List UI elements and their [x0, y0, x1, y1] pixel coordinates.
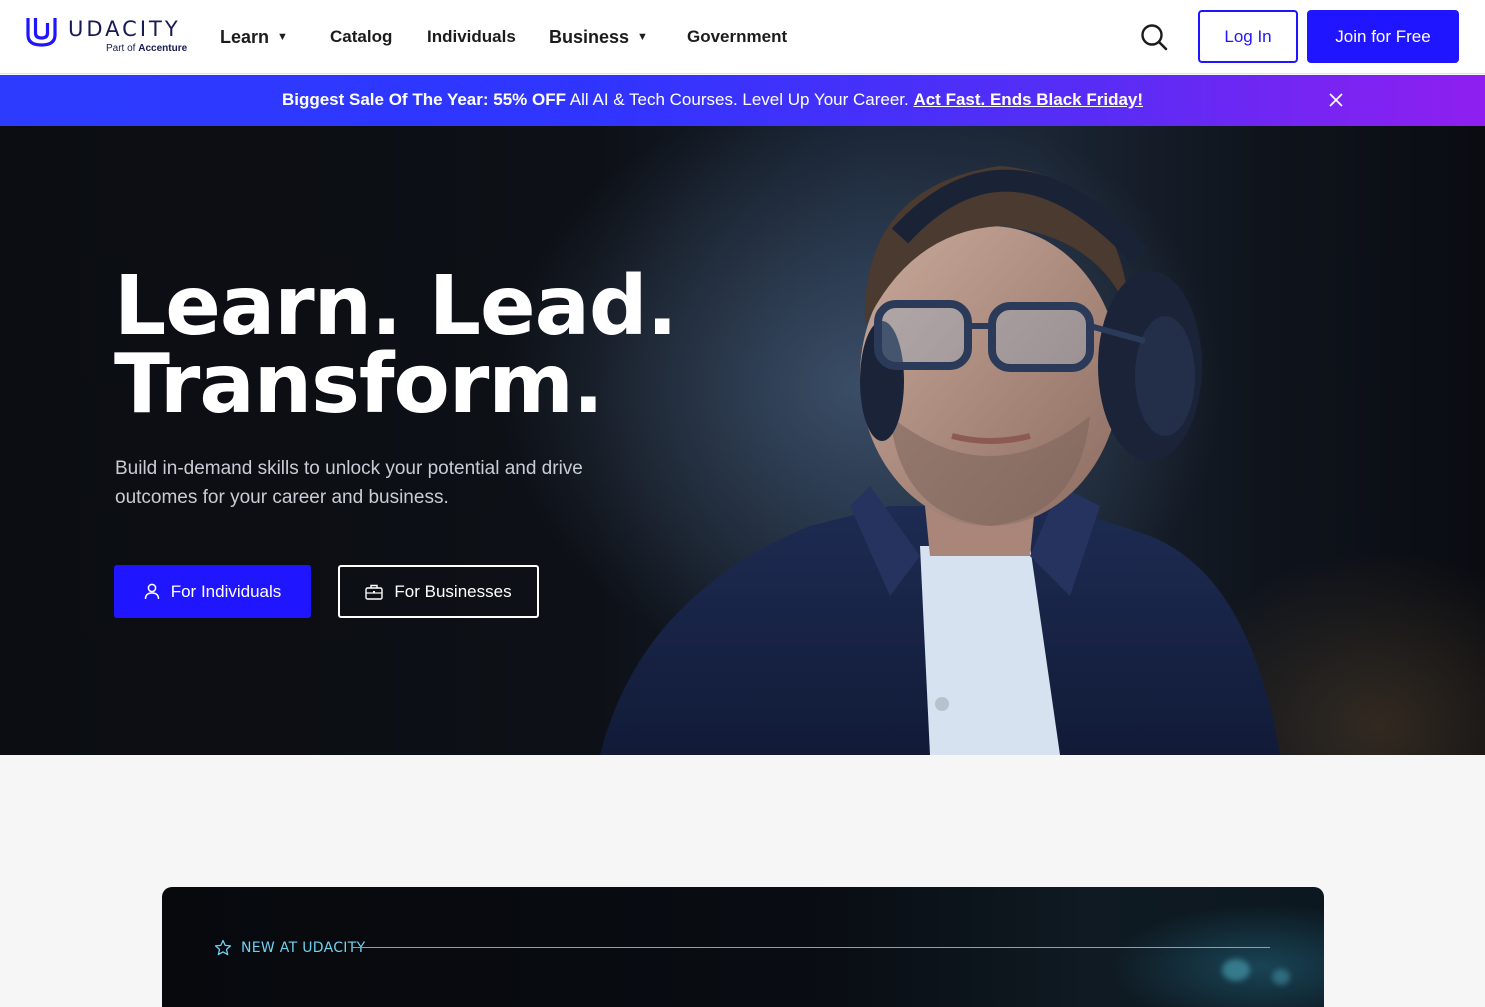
promo-link[interactable]: Act Fast. Ends Black Friday!: [913, 90, 1143, 109]
new-at-udacity-card: NEW AT UDACITY: [162, 887, 1324, 1007]
for-businesses-button[interactable]: For Businesses: [338, 565, 539, 618]
star-icon: [214, 939, 232, 956]
nav-individuals[interactable]: Individuals: [427, 24, 516, 50]
close-icon[interactable]: [1326, 90, 1346, 110]
logo-wordmark: UDACITY: [68, 17, 181, 41]
caret-down-icon: ▼: [277, 31, 288, 43]
divider-line: [352, 947, 1270, 948]
caret-down-icon: ▼: [637, 31, 648, 43]
logo-sub-prefix: Part of: [106, 43, 136, 54]
hero-title-line2: Transform.: [114, 337, 604, 432]
for-businesses-label: For Businesses: [394, 581, 512, 601]
new-at-udacity-label: NEW AT UDACITY: [214, 939, 365, 957]
nav-catalog[interactable]: Catalog: [330, 24, 392, 50]
nav-government[interactable]: Government: [687, 24, 787, 50]
for-individuals-button[interactable]: For Individuals: [114, 565, 311, 618]
join-free-button[interactable]: Join for Free: [1307, 10, 1459, 63]
nav-learn[interactable]: Learn ▼: [220, 24, 288, 50]
decorative-light: [1272, 969, 1290, 985]
site-header: UDACITY Part of Accenture Learn ▼ Catalo…: [0, 0, 1485, 74]
search-icon[interactable]: [1138, 21, 1170, 53]
login-button[interactable]: Log In: [1198, 10, 1298, 63]
for-individuals-label: For Individuals: [170, 581, 282, 601]
nav-government-label: Government: [687, 27, 788, 46]
promo-strong-text: Biggest Sale Of The Year: 55% OFF: [281, 90, 567, 109]
logo-sub-brand: Accenture: [138, 43, 188, 54]
nav-business-label: Business: [549, 26, 630, 47]
briefcase-icon: [365, 584, 384, 600]
hero-title: Learn. Lead. Transform.: [114, 266, 734, 426]
promo-body-text: All AI & Tech Courses. Level Up Your Car…: [566, 90, 914, 109]
hero-subtitle: Build in-demand skills to unlock your po…: [115, 458, 583, 508]
nav-learn-label: Learn: [220, 26, 270, 47]
logo-subtitle: Part of Accenture: [106, 43, 187, 54]
udacity-logo[interactable]: UDACITY Part of Accenture: [26, 15, 187, 57]
new-at-udacity-text: NEW AT UDACITY: [241, 940, 366, 956]
user-icon: [144, 583, 159, 600]
hero-person-image: [600, 166, 1280, 755]
nav-catalog-label: Catalog: [330, 27, 393, 46]
promo-banner: Biggest Sale Of The Year: 55% OFF All AI…: [0, 75, 1485, 126]
udacity-logo-icon: [26, 18, 57, 47]
nav-individuals-label: Individuals: [427, 27, 516, 46]
hero-section: Learn. Lead. Transform. Build in-demand …: [0, 126, 1485, 755]
nav-business[interactable]: Business ▼: [549, 24, 648, 50]
promo-message: Biggest Sale Of The Year: 55% OFF All AI…: [0, 90, 1425, 110]
decorative-light: [1222, 959, 1250, 981]
